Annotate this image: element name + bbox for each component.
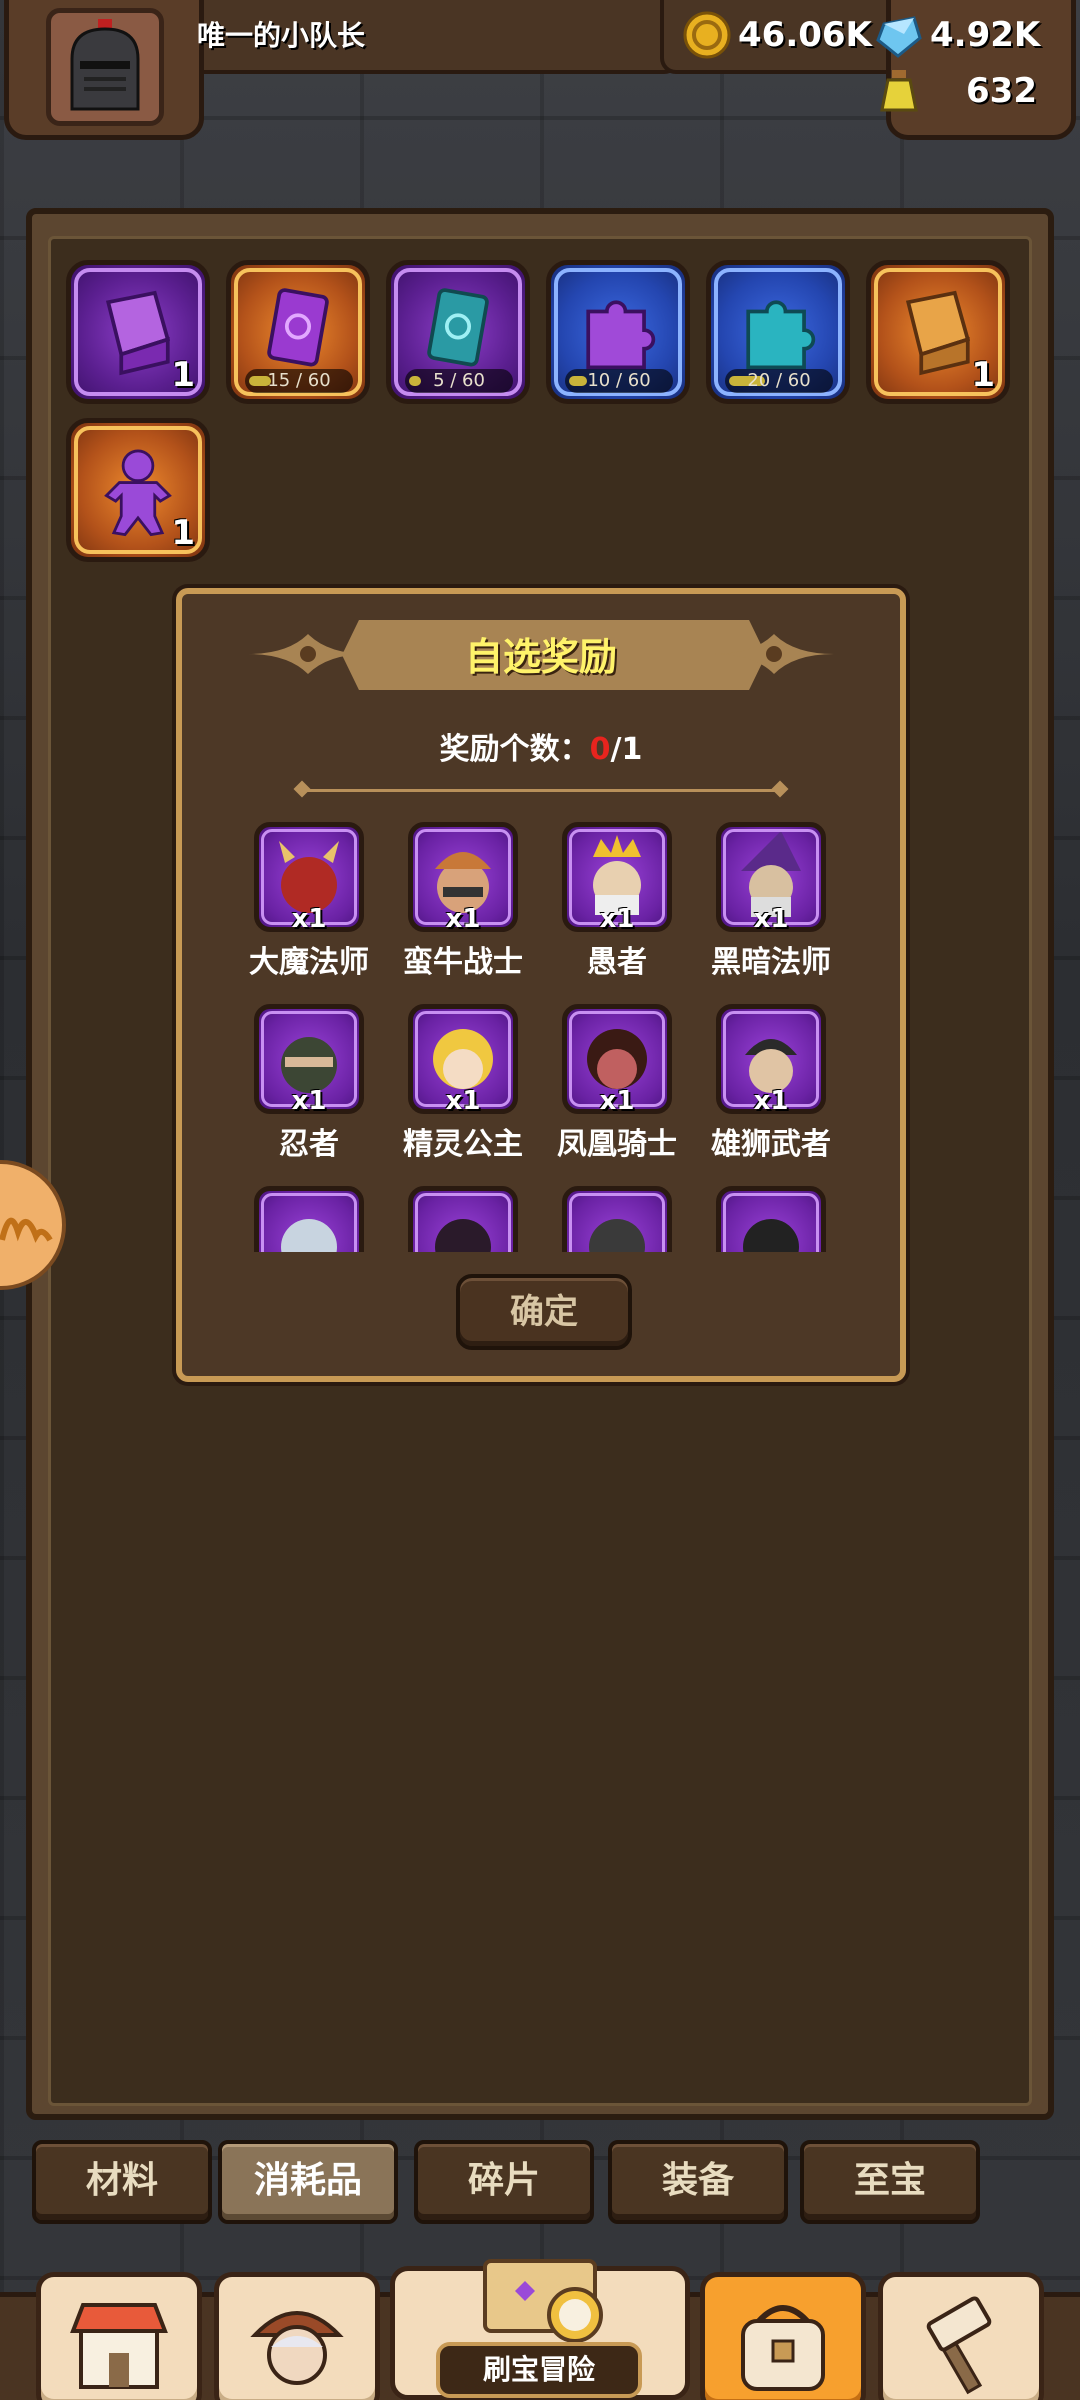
reward-count: 奖励个数：0/1 xyxy=(182,724,900,768)
hero-portrait xyxy=(408,1186,518,1252)
knight-helmet-icon xyxy=(70,19,140,111)
hero-qty: x1 xyxy=(599,904,635,934)
hero-name: 蛮牛战士 xyxy=(403,945,523,980)
hero-choice[interactable]: x1 凤凰骑士 xyxy=(540,1004,694,1174)
inventory-slot[interactable]: 10 / 60 xyxy=(546,260,690,404)
gem-resource[interactable]: 4.92K xyxy=(874,10,1040,60)
hero-face-icon xyxy=(743,1219,799,1252)
hero-qty: x1 xyxy=(599,1086,635,1116)
hero-choice[interactable] xyxy=(694,1186,848,1252)
hero-face-icon xyxy=(281,1219,337,1252)
hero-choice[interactable]: x1 忍者 xyxy=(232,1004,386,1174)
hero-portrait xyxy=(254,1186,364,1252)
tab-materials[interactable]: 材料 xyxy=(32,2140,212,2224)
tab-fragments[interactable]: 碎片 xyxy=(414,2140,594,2224)
inventory-slot[interactable]: 5 / 60 xyxy=(386,260,530,404)
slot-count: 1 xyxy=(171,513,195,553)
hero-name: 雄狮武者 xyxy=(711,1127,831,1162)
inventory-slot[interactable]: 1 xyxy=(66,260,210,404)
hero-name: 凤凰骑士 xyxy=(557,1127,677,1162)
hero-qty: x1 xyxy=(291,904,327,934)
progress-fill xyxy=(569,376,587,386)
hero-name: 精灵公主 xyxy=(403,1127,523,1162)
bag-icon xyxy=(741,2305,825,2391)
hero-choice[interactable]: x1 大魔法师 xyxy=(232,822,386,992)
hero-name: 黑暗法师 xyxy=(711,945,831,980)
top-bar: 唯一的小队长 46.06K 4.92K 632 xyxy=(0,0,1080,150)
potion-amount: 632 xyxy=(966,71,1037,111)
potion-jar-icon xyxy=(880,70,918,112)
reward-count-total: /1 xyxy=(610,732,643,767)
tab-consumables[interactable]: 消耗品 xyxy=(218,2140,398,2224)
inventory-slot[interactable]: 15 / 60 xyxy=(226,260,370,404)
inventory-slot[interactable]: 1 xyxy=(866,260,1010,404)
hero-choice[interactable]: x1 愚者 xyxy=(540,822,694,992)
reward-count-selected: 0 xyxy=(589,732,611,767)
forge-icon xyxy=(926,2296,992,2395)
hero-face-icon xyxy=(435,1219,491,1252)
tab-equipment[interactable]: 装备 xyxy=(608,2140,788,2224)
dialog-title: 自选奖励 xyxy=(464,635,617,679)
hero-choice[interactable]: x1 蛮牛战士 xyxy=(386,822,540,992)
slot-progress: 5 / 60 xyxy=(405,369,513,393)
shop-icon xyxy=(70,2303,168,2389)
hero-qty: x1 xyxy=(291,1086,327,1116)
hero-choice[interactable] xyxy=(232,1186,386,1252)
slot-count: 1 xyxy=(171,355,195,395)
player-name: 唯一的小队长 xyxy=(197,19,366,52)
nav-heroes-button[interactable] xyxy=(214,2272,380,2400)
hero-choice[interactable] xyxy=(540,1186,694,1252)
hero-choice[interactable]: x1 雄狮武者 xyxy=(694,1004,848,1174)
slot-progress: 10 / 60 xyxy=(565,369,673,393)
hero-choice[interactable] xyxy=(386,1186,540,1252)
player-avatar[interactable] xyxy=(46,8,164,126)
diamond-icon xyxy=(876,16,922,58)
inventory-slot[interactable]: 1 xyxy=(66,418,210,562)
gold-coin-icon xyxy=(683,11,731,59)
potion-resource[interactable]: 632 xyxy=(874,66,1037,116)
reward-selection-dialog: 自选奖励 奖励个数：0/1 x1 大魔法师 x1 蛮牛战士 x1 愚者 x1 黑… xyxy=(176,588,906,1382)
event-icon xyxy=(0,1217,53,1243)
hero-qty: x1 xyxy=(753,1086,789,1116)
nav-forge-button[interactable] xyxy=(878,2272,1044,2400)
progress-fill xyxy=(409,376,421,386)
confirm-button[interactable]: 确定 xyxy=(456,1274,632,1350)
adventure-label: 刷宝冒险 xyxy=(436,2342,642,2398)
hero-name: 愚者 xyxy=(587,945,647,980)
slot-count: 1 xyxy=(971,355,995,395)
nav-bag-button[interactable] xyxy=(700,2272,866,2400)
hero-qty: x1 xyxy=(753,904,789,934)
hero-qty: x1 xyxy=(445,1086,481,1116)
hero-icon xyxy=(250,2311,344,2385)
hero-qty: x1 xyxy=(445,904,481,934)
slot-progress: 20 / 60 xyxy=(725,369,833,393)
divider xyxy=(302,789,780,792)
hero-portrait xyxy=(716,1186,826,1252)
hero-choice[interactable]: x1 黑暗法师 xyxy=(694,822,848,992)
gold-resource[interactable]: 46.06K xyxy=(682,10,872,60)
hero-choice[interactable]: x1 精灵公主 xyxy=(386,1004,540,1174)
inventory-slot[interactable]: 20 / 60 xyxy=(706,260,850,404)
hero-name: 忍者 xyxy=(279,1127,339,1162)
reward-count-label: 奖励个数： xyxy=(439,732,590,767)
gem-amount: 4.92K xyxy=(930,15,1041,55)
slot-progress: 15 / 60 xyxy=(245,369,353,393)
hero-name: 大魔法师 xyxy=(249,945,369,980)
gold-amount: 46.06K xyxy=(738,15,872,55)
nav-shop-button[interactable] xyxy=(36,2272,202,2400)
hero-portrait xyxy=(562,1186,672,1252)
hero-choice-grid[interactable]: x1 大魔法师 x1 蛮牛战士 x1 愚者 x1 黑暗法师 x1 忍者 x1 精… xyxy=(232,822,852,1252)
hero-face-icon xyxy=(589,1219,645,1252)
tab-treasures[interactable]: 至宝 xyxy=(800,2140,980,2224)
